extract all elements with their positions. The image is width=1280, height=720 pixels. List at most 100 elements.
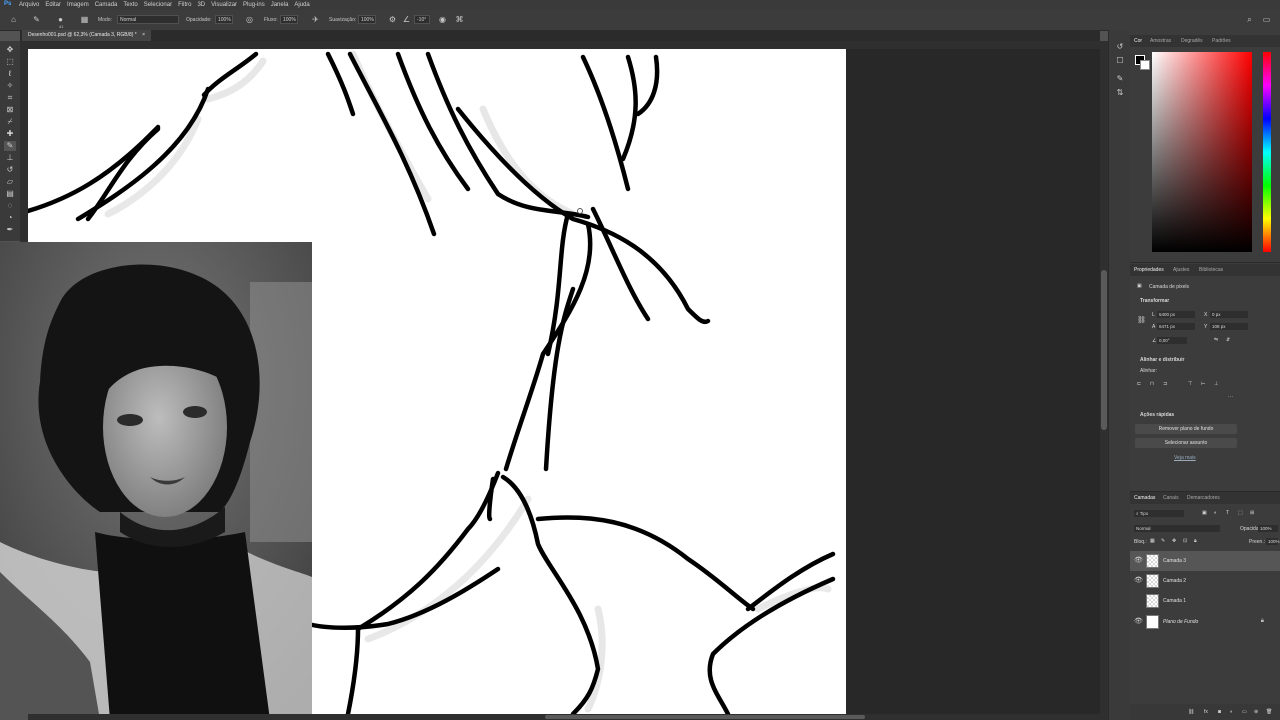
menu-file[interactable]: Arquivo	[16, 2, 42, 8]
menu-plugins[interactable]: Plug-ins	[240, 2, 268, 8]
lock-transparent-icon[interactable]: ▦	[1150, 538, 1155, 544]
layer-row[interactable]: 👁︎ Camada 2	[1130, 571, 1280, 591]
menu-filter[interactable]: Filtro	[175, 2, 194, 8]
pressure-opacity-icon[interactable]: ◎	[245, 15, 254, 24]
new-layer-icon[interactable]: ⊕	[1254, 709, 1258, 715]
tab-patterns[interactable]: Padrões	[1212, 35, 1231, 47]
lock-position-icon[interactable]: ✥	[1172, 538, 1176, 544]
flip-horizontal-icon[interactable]: ⇋	[1214, 337, 1218, 343]
layer-name[interactable]: Camada 2	[1163, 578, 1186, 584]
quick-actions-title[interactable]: Ações rápidas	[1140, 412, 1174, 418]
height-field[interactable]: 6471 px	[1157, 323, 1195, 330]
link-layers-icon[interactable]: ⛓	[1188, 709, 1194, 715]
photoshop-logo-icon[interactable]: Ps	[4, 1, 14, 9]
vertical-scroll-thumb[interactable]	[1101, 270, 1107, 430]
airbrush-icon[interactable]: ✈	[311, 15, 320, 24]
more-options-icon[interactable]: ···	[1228, 394, 1233, 400]
tab-properties[interactable]: Propriedades	[1134, 264, 1164, 276]
align-center-h-icon[interactable]: ⊓	[1150, 381, 1154, 387]
tab-libraries[interactable]: Bibliotecas	[1199, 264, 1223, 276]
lasso-tool-icon[interactable]: ℓ	[4, 69, 16, 79]
select-subject-button[interactable]: Selecionar assunto	[1135, 438, 1237, 448]
comments-panel-icon[interactable]: ☐	[1115, 56, 1125, 66]
visibility-eye-icon[interactable]: 👁︎	[1134, 576, 1143, 584]
history-panel-icon[interactable]: ↺	[1115, 42, 1125, 52]
marquee-tool-icon[interactable]: ⬚	[4, 57, 16, 67]
eyedropper-tool-icon[interactable]: ⌿	[4, 117, 16, 127]
home-icon[interactable]: ⌂	[9, 15, 18, 24]
dodge-tool-icon[interactable]: ◔	[4, 213, 16, 223]
menu-3d[interactable]: 3D	[194, 2, 208, 8]
width-field[interactable]: 5400 px	[1157, 311, 1195, 318]
tab-adjustments[interactable]: Ajustes	[1173, 264, 1189, 276]
quick-select-tool-icon[interactable]: ✧	[4, 81, 16, 91]
align-title[interactable]: Alinhar e distribuir	[1140, 357, 1184, 363]
hue-slider[interactable]	[1263, 52, 1271, 252]
layer-style-icon[interactable]: fx	[1204, 709, 1208, 715]
menu-select[interactable]: Selecionar	[141, 2, 175, 8]
smoothing-settings-icon[interactable]: ⚙	[388, 15, 397, 24]
menu-image[interactable]: Imagem	[64, 2, 92, 8]
angle-field[interactable]: -10°	[414, 15, 430, 24]
angle-field[interactable]: 0,00°	[1157, 337, 1187, 344]
layer-name[interactable]: Plano de Fundo	[1163, 619, 1198, 625]
document-tab[interactable]: Desenho001.psd @ 62,3% (Camada 3, RGB/8)…	[22, 30, 152, 41]
move-tool-icon[interactable]: ✥	[4, 45, 16, 55]
menu-help[interactable]: Ajuda	[291, 2, 312, 8]
layer-row[interactable]: 👁︎ Camada 3	[1130, 551, 1280, 571]
close-tab-icon[interactable]: ×	[142, 32, 145, 38]
mode-select[interactable]: Normal	[117, 15, 179, 24]
stamp-tool-icon[interactable]: ⊥	[4, 153, 16, 163]
link-icon[interactable]: ⛓	[1137, 316, 1146, 324]
lock-all-icon[interactable]: 🔒︎	[1194, 538, 1197, 544]
tab-gradients[interactable]: Degradês	[1181, 35, 1203, 47]
brush-settings-icon[interactable]: ▦	[80, 15, 89, 24]
background-color-swatch[interactable]	[1140, 60, 1150, 70]
eraser-tool-icon[interactable]: ▱	[4, 177, 16, 187]
tab-paths[interactable]: Demarcadores	[1187, 492, 1220, 504]
fill-field[interactable]: 100%	[1266, 538, 1280, 545]
crop-tool-icon[interactable]: ⌗	[4, 93, 16, 103]
align-top-icon[interactable]: ⊤	[1188, 381, 1192, 387]
menu-layer[interactable]: Camada	[92, 2, 121, 8]
lock-artboard-icon[interactable]: ⊡	[1183, 538, 1187, 544]
align-bottom-icon[interactable]: ⊥	[1214, 381, 1218, 387]
layer-row[interactable]: 👁︎ Plano de Fundo 🔒︎	[1130, 612, 1280, 632]
new-group-icon[interactable]: ▭	[1242, 709, 1247, 715]
workspace-icon[interactable]: ▭	[1262, 15, 1271, 24]
adjustment-layer-icon[interactable]: ◐	[1230, 709, 1233, 715]
brush-tool-icon[interactable]: ✎	[4, 141, 16, 151]
menu-type[interactable]: Texto	[120, 2, 140, 8]
layer-name[interactable]: Camada 1	[1163, 598, 1186, 604]
gradient-tool-icon[interactable]: ▤	[4, 189, 16, 199]
add-mask-icon[interactable]: ◙	[1218, 709, 1221, 715]
filter-adjustment-icon[interactable]: ◐	[1214, 510, 1217, 516]
color-field[interactable]	[1152, 52, 1252, 252]
tab-color[interactable]: Cor	[1134, 35, 1142, 47]
see-more-link[interactable]: Veja mais	[1174, 455, 1196, 461]
align-right-icon[interactable]: ⊐	[1163, 381, 1167, 387]
symmetry-icon[interactable]: ⌘	[455, 15, 464, 24]
remove-background-button[interactable]: Remover plano de fundo	[1135, 424, 1237, 434]
brushes-panel-icon[interactable]: ✎	[1115, 74, 1125, 84]
delete-layer-icon[interactable]: 🗑︎	[1266, 709, 1272, 715]
tab-layers[interactable]: Camadas	[1134, 492, 1155, 504]
filter-smart-object-icon[interactable]: ⊞	[1250, 510, 1254, 516]
menu-view[interactable]: Visualizar	[208, 2, 240, 8]
menu-window[interactable]: Janela	[268, 2, 292, 8]
frame-tool-icon[interactable]: ⊠	[4, 105, 16, 115]
filter-type-icon[interactable]: T	[1226, 510, 1229, 516]
pen-tool-icon[interactable]: ✒	[4, 225, 16, 235]
visibility-eye-icon[interactable]: 👁︎	[1134, 617, 1143, 625]
pressure-size-icon[interactable]: ◉	[438, 15, 447, 24]
x-field[interactable]: 0 px	[1210, 311, 1248, 318]
filter-pixel-icon[interactable]: ▣	[1202, 510, 1207, 516]
blur-tool-icon[interactable]: ◌	[4, 201, 16, 211]
align-left-icon[interactable]: ⊏	[1137, 381, 1141, 387]
visibility-eye-icon[interactable]: 👁︎	[1134, 556, 1143, 564]
reference-photo[interactable]	[0, 242, 312, 720]
brush-preset-icon[interactable]: ●	[56, 15, 65, 24]
y-field[interactable]: 108 px	[1210, 323, 1248, 330]
layer-row[interactable]: Camada 1	[1130, 591, 1280, 611]
filter-shape-icon[interactable]: ⬚	[1238, 510, 1243, 516]
